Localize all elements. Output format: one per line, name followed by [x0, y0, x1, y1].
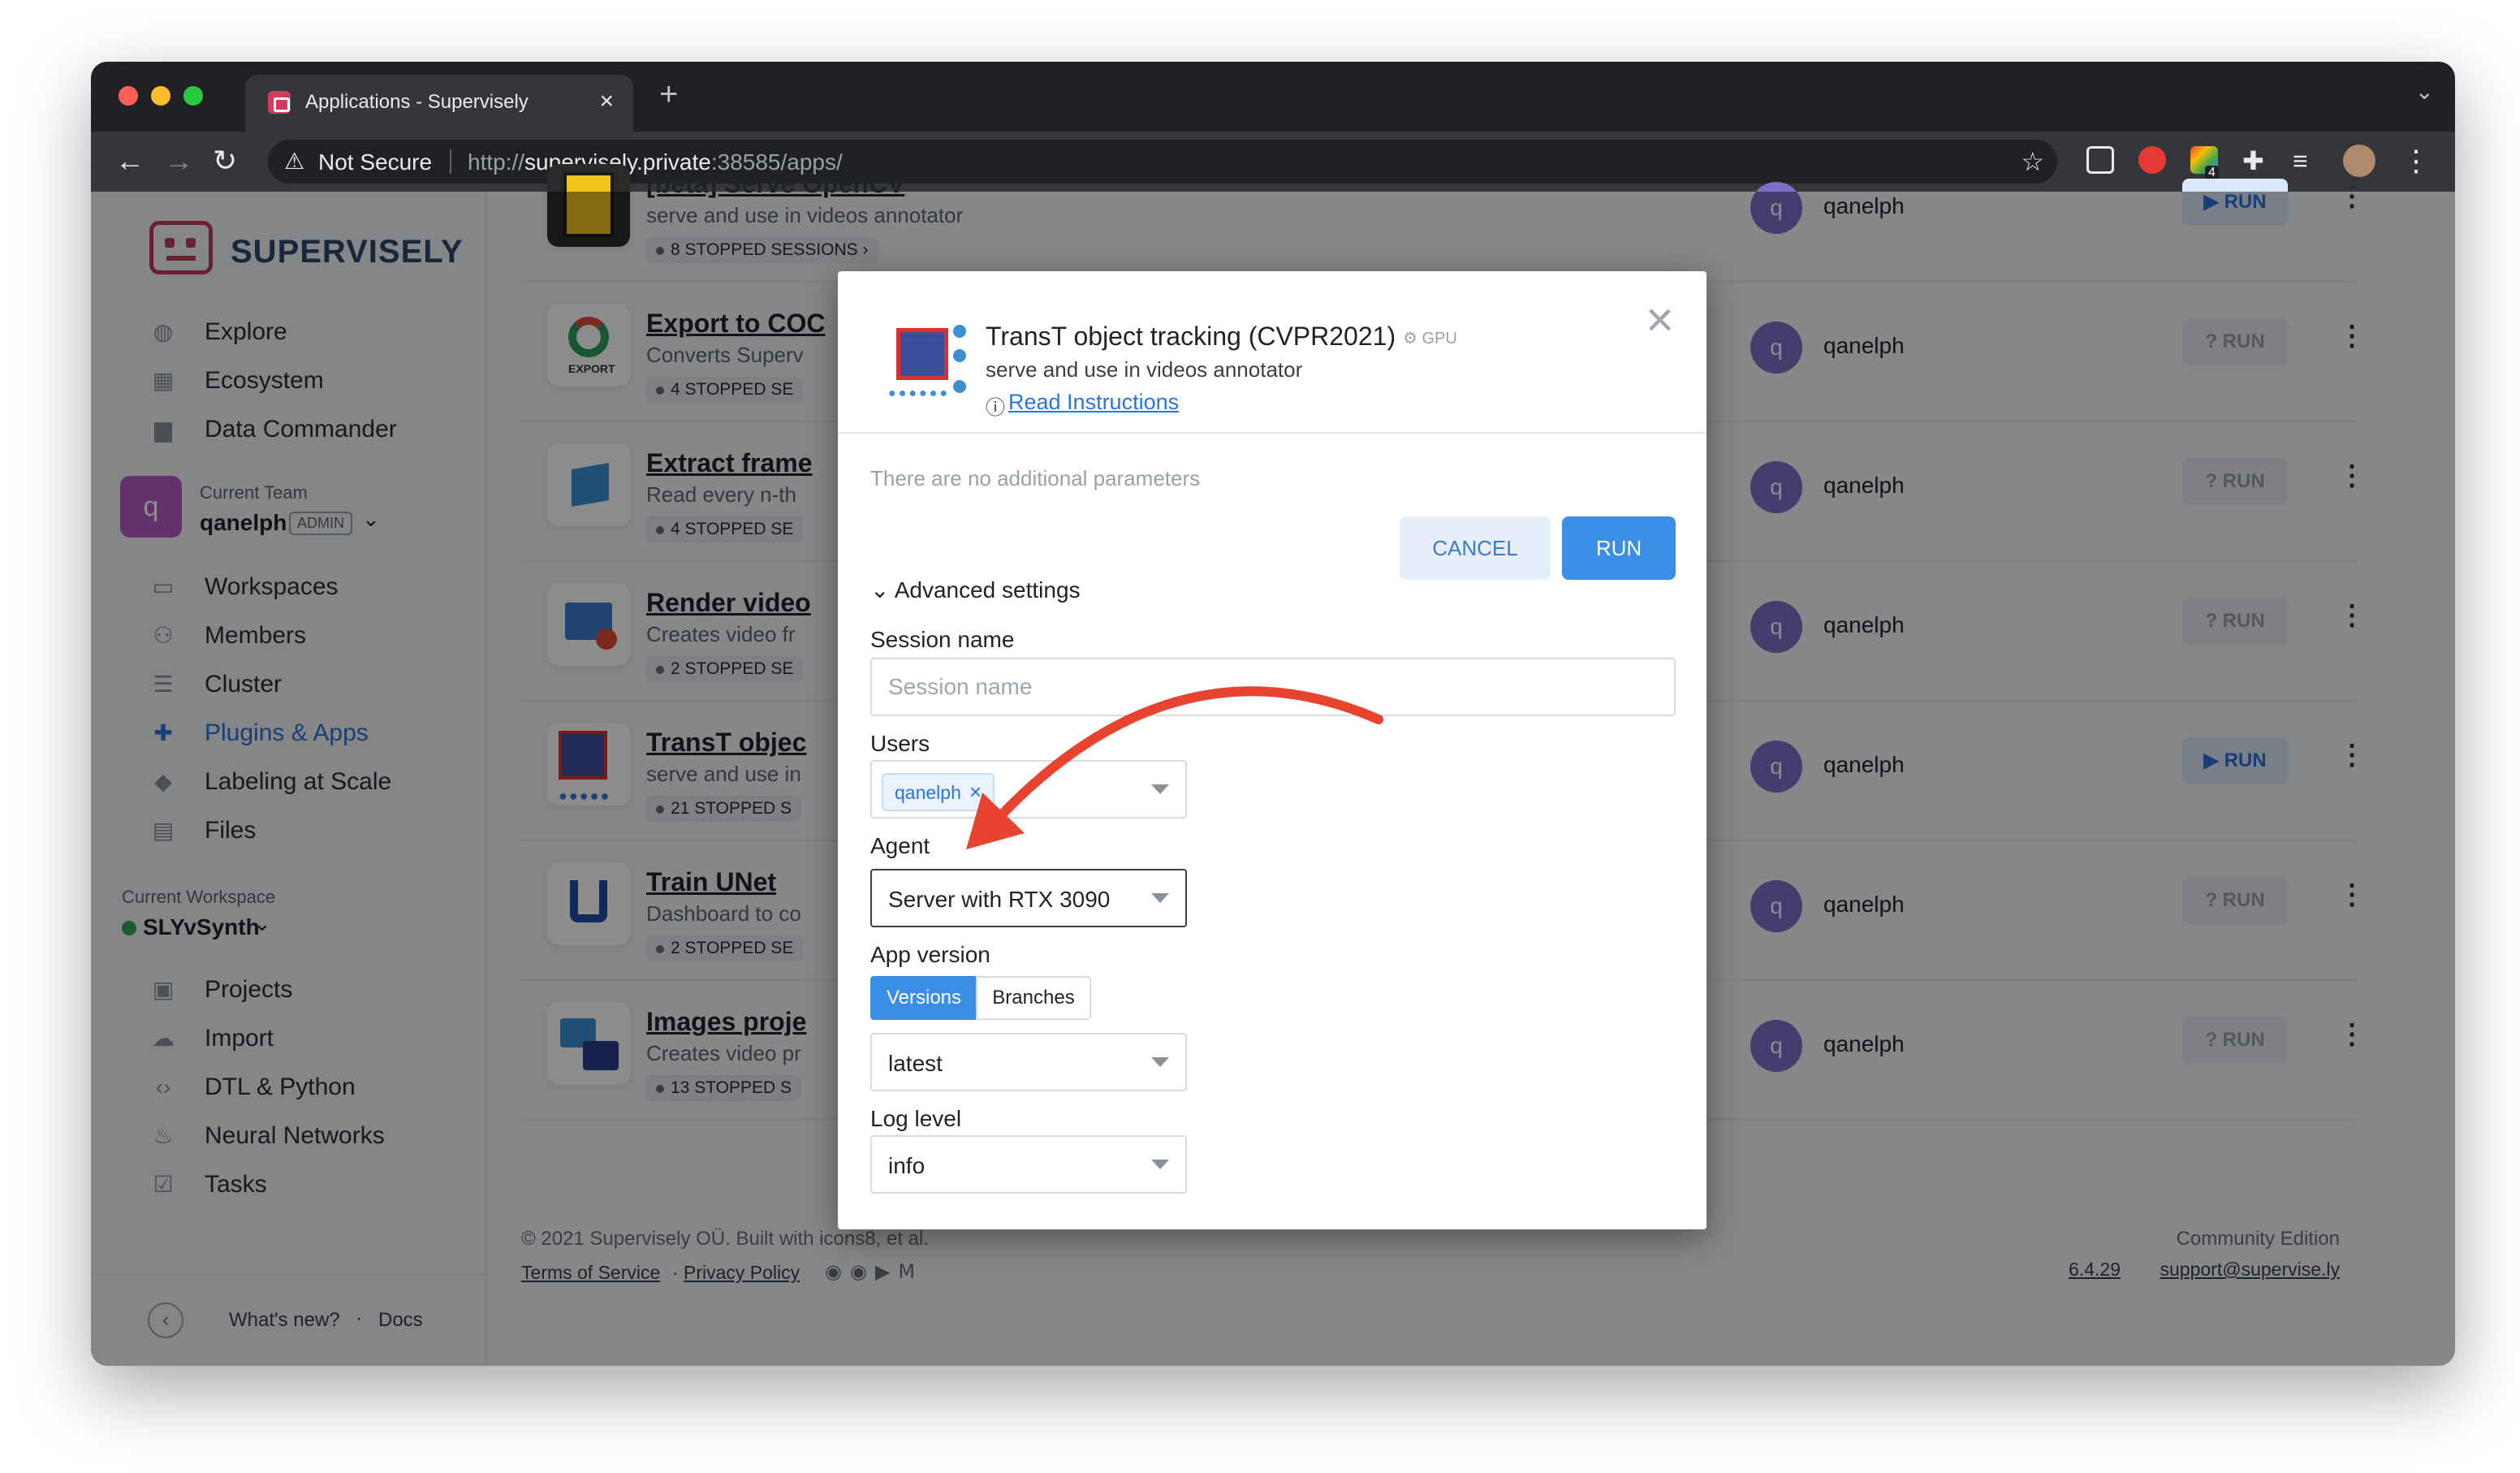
minimize-window-button[interactable] [151, 86, 170, 106]
chevron-down-icon: ⌄ [870, 577, 890, 603]
tab-branches[interactable]: Branches [976, 976, 1091, 1020]
dialog-description: serve and use in videos annotator [986, 357, 1303, 382]
reload-icon[interactable]: ↻ [213, 145, 237, 177]
new-tab-button[interactable]: + [659, 76, 678, 113]
warning-triangle-icon[interactable]: ⚠ [284, 148, 304, 175]
session-name-label: Session name [870, 627, 1015, 652]
dialog-divider [838, 432, 1707, 434]
chevron-down-icon [1151, 1057, 1169, 1067]
version-value: latest [888, 1051, 943, 1076]
log-level-label: Log level [870, 1106, 962, 1131]
session-name-input[interactable] [888, 672, 1651, 702]
agent-label: Agent [870, 833, 930, 858]
tab-search-chevron-icon[interactable]: ⌄ [2415, 78, 2434, 105]
tab-bar: Applications - Supervisely × + ⌄ [91, 62, 2455, 132]
advanced-settings-toggle[interactable]: ⌄ Advanced settings [870, 577, 1081, 603]
browser-menu-icon[interactable]: ⋮ [2401, 145, 2431, 177]
user-chip[interactable]: qanelph × [882, 773, 995, 811]
app-version-label: App version [870, 942, 990, 967]
forward-arrow-icon[interactable]: → [164, 145, 193, 177]
chevron-down-icon [1151, 784, 1169, 794]
version-source-tabs: Versions Branches [870, 976, 1091, 1020]
tab-title: Applications - Supervisely [305, 91, 529, 113]
log-level-select[interactable]: info [870, 1135, 1187, 1194]
close-window-button[interactable] [119, 86, 138, 106]
run-button[interactable]: RUN [1562, 516, 1676, 580]
session-name-field[interactable] [870, 658, 1676, 716]
agent-value: Server with RTX 3090 [888, 887, 1111, 912]
browser-window: Applications - Supervisely × + ⌄ ← → ↻ ⚠… [91, 62, 2455, 1366]
agent-select[interactable]: Server with RTX 3090 [870, 869, 1187, 927]
no-params-text: There are no additional parameters [870, 466, 1201, 490]
users-select[interactable]: qanelph × [870, 760, 1187, 819]
browser-tab[interactable]: Applications - Supervisely × [245, 75, 633, 132]
tab-versions[interactable]: Versions [870, 976, 977, 1020]
close-icon[interactable]: × [1646, 296, 1674, 344]
supervisely-favicon-icon [268, 91, 291, 114]
info-circle-icon: ⓘ [986, 397, 1005, 419]
users-label: Users [870, 731, 930, 756]
not-secure-label[interactable]: Not Secure [318, 149, 432, 175]
tab-close-icon[interactable]: × [599, 88, 614, 115]
run-app-dialog: ●●●●●● TransT object tracking (CVPR2021)… [838, 271, 1707, 1229]
address-divider [450, 149, 451, 174]
back-arrow-icon[interactable]: ← [115, 145, 145, 177]
version-select[interactable]: latest [870, 1033, 1187, 1091]
cancel-button[interactable]: CANCEL [1400, 516, 1551, 580]
read-instructions-link[interactable]: Read Instructions [1008, 390, 1179, 415]
chevron-down-icon [1151, 1160, 1169, 1169]
remove-chip-icon[interactable]: × [969, 780, 982, 804]
zoom-window-button[interactable] [183, 86, 203, 106]
log-level-value: info [888, 1153, 926, 1178]
dialog-title: TransT object tracking (CVPR2021) [986, 322, 1396, 351]
gpu-badge: ⚙ GPU [1403, 330, 1457, 348]
chevron-down-icon [1151, 893, 1169, 903]
transt-app-icon: ●●●●●● [885, 323, 974, 413]
